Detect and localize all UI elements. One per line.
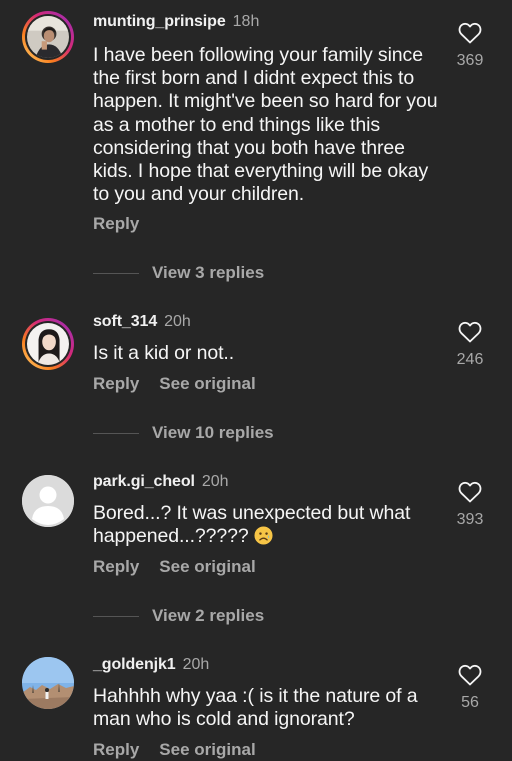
avatar[interactable] <box>22 11 74 63</box>
view-replies-label: View 10 replies <box>152 423 274 442</box>
comment-timestamp: 18h <box>232 13 260 30</box>
like-button[interactable]: 246 <box>452 321 488 369</box>
like-count: 246 <box>456 351 484 368</box>
comment-text: I have been following your family since … <box>93 44 438 206</box>
like-count: 393 <box>456 511 484 528</box>
avatar-photo-icon <box>22 657 74 709</box>
view-replies-label: View 2 replies <box>152 606 265 625</box>
reply-button[interactable]: Reply <box>93 214 139 233</box>
avatar[interactable] <box>22 657 74 709</box>
default-avatar-icon <box>22 475 74 527</box>
see-original-button[interactable]: See original <box>159 374 255 393</box>
comment-text: Bored...? It was unexpected but what hap… <box>93 502 411 548</box>
divider-line <box>93 272 139 274</box>
reply-button[interactable]: Reply <box>93 374 139 393</box>
comment-timestamp: 20h <box>201 473 229 490</box>
reply-button[interactable]: Reply <box>93 740 139 759</box>
like-button[interactable]: 369 <box>452 22 488 70</box>
heart-icon[interactable] <box>458 481 482 503</box>
view-replies-button[interactable]: View 2 replies <box>93 606 264 626</box>
like-button[interactable]: 56 <box>452 664 488 712</box>
heart-icon[interactable] <box>458 22 482 44</box>
like-count: 369 <box>456 52 484 69</box>
comment-text: Hahhhh why yaa :( is it the nature of a … <box>93 685 418 731</box>
comment-timestamp: 20h <box>182 656 210 673</box>
comment-username[interactable]: park.gi_cheol <box>93 473 195 490</box>
avatar[interactable] <box>22 475 74 527</box>
avatar-photo-icon <box>27 323 69 365</box>
view-replies-label: View 3 replies <box>152 263 265 282</box>
comment-text: Is it a kid or not.. <box>93 342 235 364</box>
divider-line <box>93 615 139 617</box>
view-replies-button[interactable]: View 10 replies <box>93 423 274 443</box>
divider-line <box>93 432 139 434</box>
avatar-photo-icon <box>27 16 69 58</box>
heart-icon[interactable] <box>458 664 482 686</box>
avatar[interactable] <box>22 318 74 370</box>
see-original-button[interactable]: See original <box>159 740 255 759</box>
comment-timestamp: 20h <box>164 313 191 330</box>
like-button[interactable]: 393 <box>452 481 488 529</box>
heart-icon[interactable] <box>458 321 482 343</box>
see-original-button[interactable]: See original <box>159 557 255 576</box>
sad-face-emoji <box>254 526 273 545</box>
comment-username[interactable]: soft_314 <box>93 313 157 330</box>
like-count: 56 <box>461 694 479 711</box>
comment-username[interactable]: munting_prinsipe <box>93 13 226 30</box>
view-replies-button[interactable]: View 3 replies <box>93 263 264 283</box>
comment-username[interactable]: _goldenjk1 <box>93 656 176 673</box>
reply-button[interactable]: Reply <box>93 557 139 576</box>
